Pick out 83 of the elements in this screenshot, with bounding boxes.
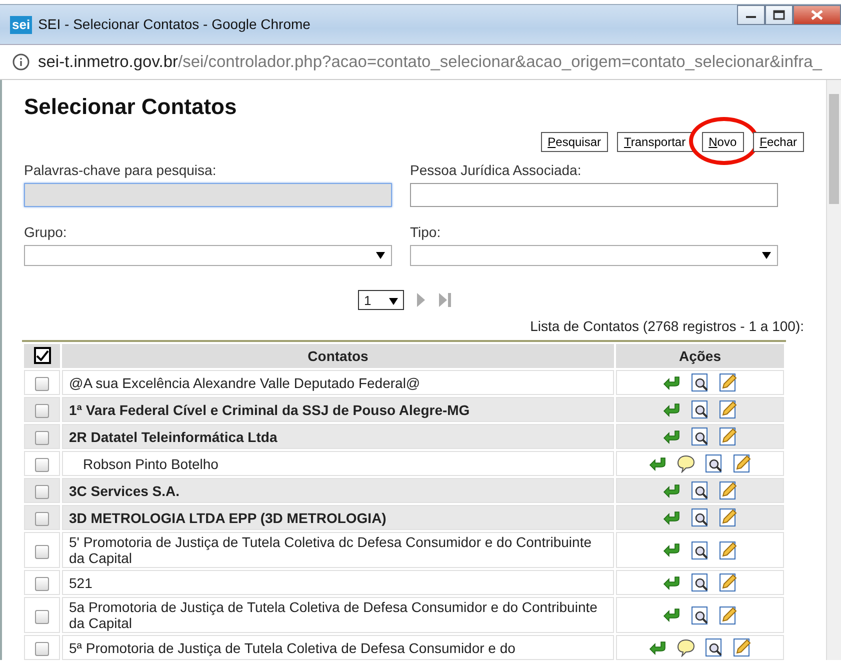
document-search-icon[interactable]	[691, 508, 709, 528]
row-checkbox[interactable]	[35, 610, 49, 624]
field-label: Tipo:	[410, 223, 442, 242]
row-checkbox[interactable]	[35, 577, 49, 592]
column-header: Ações	[616, 344, 784, 368]
document-search-icon[interactable]	[691, 400, 709, 420]
dropdown-field[interactable]	[410, 245, 778, 266]
contact-name[interactable]: 5' Promotoria de Justiça de Tutela Coletiva dc Defesa Consumidor e do Contribuinte da Capital	[62, 532, 614, 568]
contact-name[interactable]: 2R Datatel Teleinformática Ltda	[62, 424, 614, 450]
contact-name[interactable]: 5a Promotoria de Justiça de Tutela Coletiva de Defesa Consumidor e do Contribuinte da Capital	[62, 597, 614, 634]
contact-name[interactable]: 5ª Promotoria de Justiça de Tutela Coletiva de Defesa Consumidor e do	[62, 635, 614, 660]
document-search-icon[interactable]	[691, 540, 709, 560]
action-button[interactable]: Pesquisar	[540, 132, 608, 152]
row-checkbox[interactable]	[35, 544, 49, 559]
action-button[interactable]: Transportar	[617, 132, 693, 152]
minimize-button[interactable]	[737, 5, 765, 25]
close-icon	[811, 10, 823, 20]
page-heading: Selecionar Contatos	[24, 94, 238, 120]
maximize-icon	[773, 10, 785, 20]
speech-balloon-icon[interactable]	[677, 454, 695, 473]
close-button[interactable]	[793, 5, 841, 25]
row-checkbox[interactable]	[35, 512, 49, 526]
contact-name[interactable]: 3D METROLOGIA LTDA EPP (3D METROLOGIA)	[62, 505, 614, 530]
row-checkbox[interactable]	[35, 485, 49, 500]
row-checkbox[interactable]	[35, 431, 49, 446]
app-logo: sei	[10, 16, 32, 34]
info-icon[interactable]	[12, 53, 30, 71]
arrow-icon[interactable]	[649, 640, 667, 656]
edit-document-icon[interactable]	[719, 606, 737, 625]
list-caption: Lista de Contatos (2768 registros - 1 a 100):	[529, 317, 805, 336]
field-label: Grupo:	[24, 223, 68, 242]
dropdown-arrow-icon	[762, 252, 771, 260]
dropdown-field[interactable]	[24, 245, 392, 266]
arrow-icon[interactable]	[663, 402, 681, 418]
row-checkbox[interactable]	[35, 377, 49, 392]
speech-balloon-icon[interactable]	[677, 638, 695, 657]
text-field[interactable]	[410, 183, 778, 208]
field-label: Pessoa Jurídica Associada:	[410, 161, 582, 180]
arrow-icon[interactable]	[663, 542, 681, 558]
document-search-icon[interactable]	[705, 638, 723, 658]
edit-document-icon[interactable]	[719, 427, 737, 446]
contact-name[interactable]: 521	[62, 570, 614, 596]
arrow-icon[interactable]	[649, 456, 667, 472]
action-button[interactable]: Fechar	[752, 132, 804, 152]
action-button[interactable]: Novo	[702, 132, 744, 152]
text-field[interactable]	[24, 183, 392, 208]
column-header: Contatos	[62, 344, 614, 368]
dropdown-arrow-icon	[376, 252, 385, 260]
contact-name[interactable]: Robson Pinto Botelho	[62, 451, 614, 476]
arrow-icon[interactable]	[663, 574, 681, 591]
edit-document-icon[interactable]	[719, 573, 737, 592]
arrow-icon[interactable]	[663, 510, 681, 526]
edit-document-icon[interactable]	[719, 481, 737, 500]
scrollbar[interactable]	[826, 80, 841, 660]
arrow-icon[interactable]	[663, 482, 681, 499]
row-checkbox[interactable]	[35, 458, 49, 472]
arrow-icon[interactable]	[663, 428, 681, 445]
contact-name[interactable]: @A sua Excelência Alexandre Valle Deputado Federal@	[62, 370, 614, 396]
edit-document-icon[interactable]	[733, 638, 751, 658]
document-search-icon[interactable]	[705, 454, 723, 474]
contact-name[interactable]: 3C Services S.A.	[62, 478, 614, 504]
arrow-icon[interactable]	[663, 374, 681, 391]
maximize-button[interactable]	[765, 5, 793, 25]
edit-document-icon[interactable]	[719, 400, 737, 420]
edit-document-icon[interactable]	[719, 508, 737, 528]
row-checkbox[interactable]	[35, 404, 49, 418]
edit-document-icon[interactable]	[733, 454, 751, 474]
document-search-icon[interactable]	[691, 427, 709, 446]
document-search-icon[interactable]	[691, 373, 709, 392]
document-search-icon[interactable]	[691, 573, 709, 592]
field-label: Palavras-chave para pesquisa:	[24, 161, 218, 180]
window-title: SEI - Selecionar Contatos - Google Chrome	[38, 15, 310, 34]
page-dropdown[interactable]: 1	[358, 290, 404, 310]
edit-document-icon[interactable]	[719, 540, 737, 560]
edit-document-icon[interactable]	[719, 373, 737, 392]
row-checkbox[interactable]	[35, 642, 49, 656]
document-search-icon[interactable]	[691, 606, 709, 625]
arrow-icon[interactable]	[663, 607, 681, 624]
address-url[interactable]: sei-t.inmetro.gov.br/sei/controlador.php?acao=contato_selecionar&acao_origem=contato_selecionar&infra_	[38, 50, 822, 74]
select-all-checkbox[interactable]	[34, 346, 50, 364]
dropdown-arrow-icon	[389, 298, 398, 305]
document-search-icon[interactable]	[691, 481, 709, 500]
contact-name[interactable]: 1ª Vara Federal Cível e Criminal da SSJ de Pouso Alegre-MG	[62, 397, 614, 422]
